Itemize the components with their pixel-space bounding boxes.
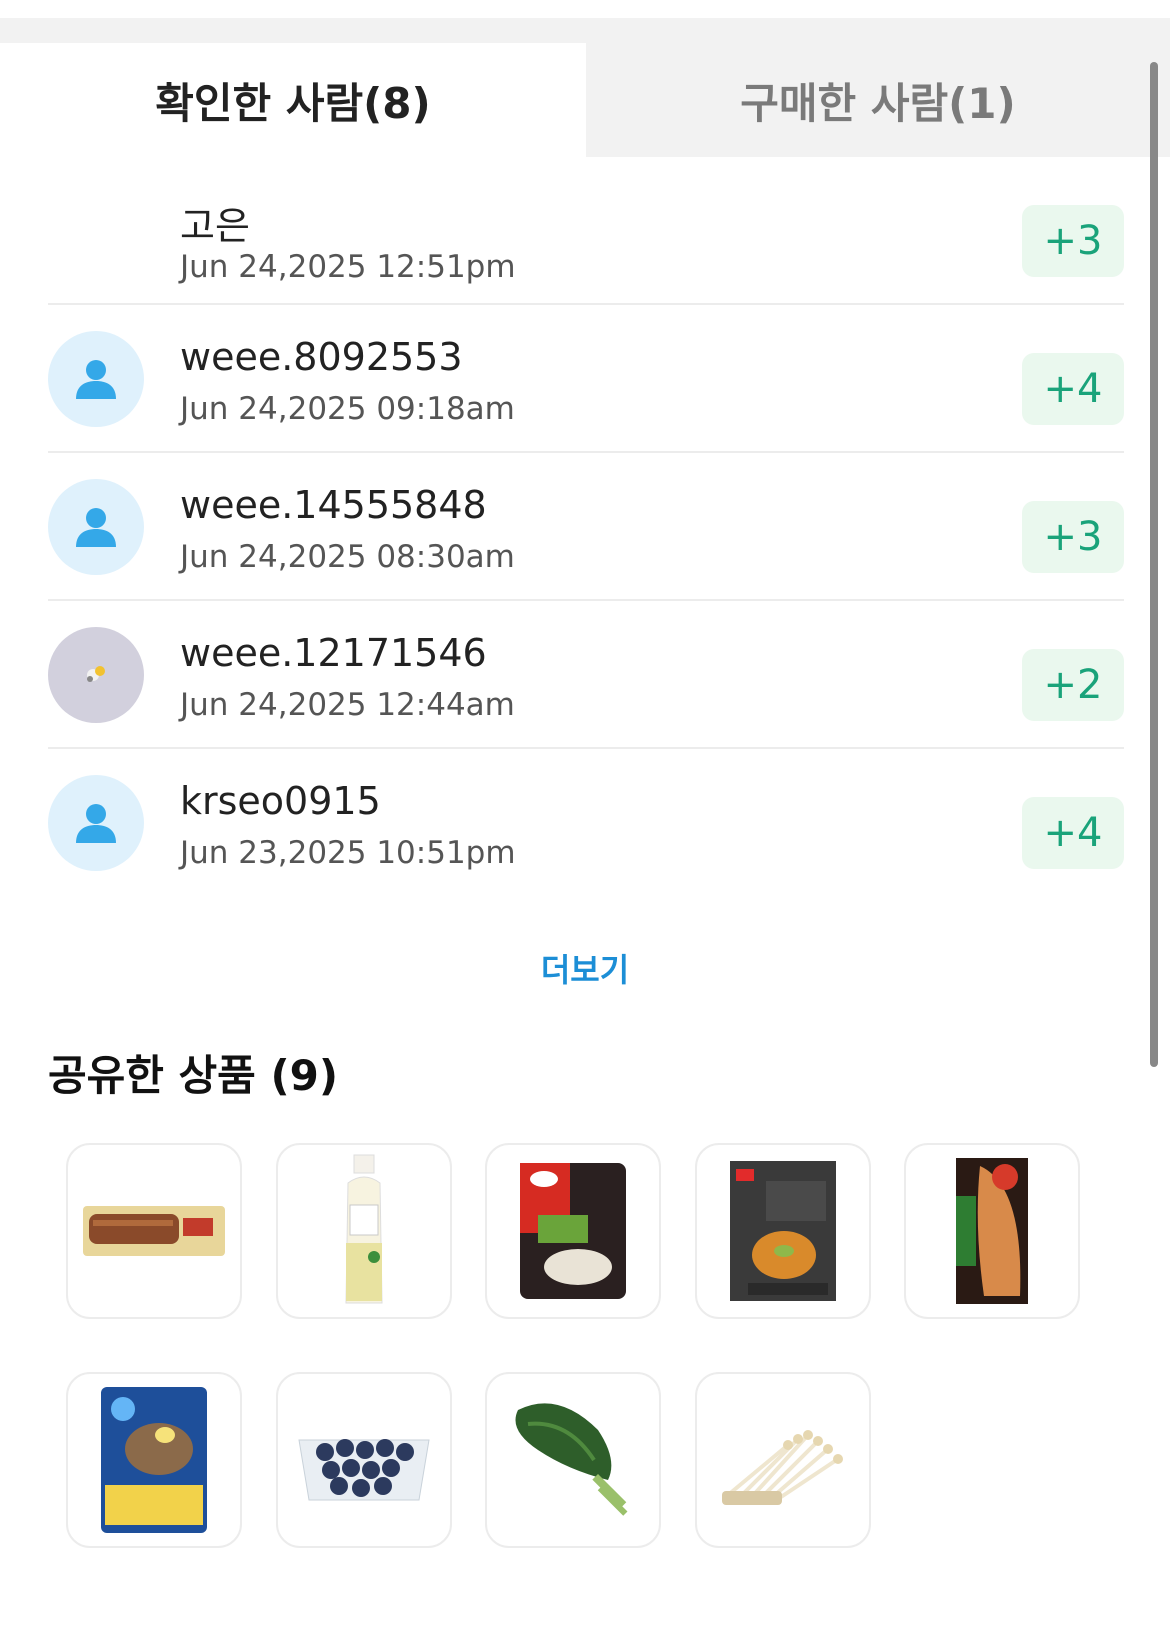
blueberries-icon xyxy=(298,1439,430,1501)
list-item[interactable]: weee.14555848 Jun 24,2025 08:30am +3 xyxy=(48,453,1124,601)
enoki-mushroom-icon xyxy=(722,1430,843,1505)
count-badge: +4 xyxy=(1022,797,1124,869)
count-badge: +3 xyxy=(1022,205,1124,277)
avatar xyxy=(48,479,144,575)
avatar xyxy=(48,627,144,723)
shared-products-title: 공유한 상품 (9) xyxy=(48,1051,339,1100)
soup-pack-icon xyxy=(520,1163,626,1299)
viewer-time: Jun 24,2025 12:44am xyxy=(180,687,515,723)
viewer-time: Jun 24,2025 09:18am xyxy=(180,391,515,427)
person-icon xyxy=(76,360,116,399)
list-item[interactable]: weee.8092553 Jun 24,2025 09:18am +4 xyxy=(48,305,1124,453)
photo-avatar-icon xyxy=(87,666,105,682)
list-item[interactable]: 고은 Jun 24,2025 12:51pm +3 xyxy=(48,157,1124,305)
product-tile[interactable] xyxy=(695,1372,871,1548)
product-tile[interactable] xyxy=(66,1372,242,1548)
product-tile[interactable] xyxy=(485,1372,661,1548)
grilled-eel-icon xyxy=(83,1206,225,1256)
vinegar-bottle-icon xyxy=(345,1154,383,1304)
product-tile[interactable] xyxy=(695,1143,871,1319)
grilled-mackerel-icon xyxy=(956,1158,1028,1304)
tab-purchased[interactable]: 구매한 사람(1) xyxy=(586,43,1170,157)
viewer-name: weee.8092553 xyxy=(180,335,463,379)
avatar xyxy=(48,331,144,427)
count-badge: +2 xyxy=(1022,649,1124,721)
tab-bar: 확인한 사람(8) 구매한 사람(1) xyxy=(0,18,1170,157)
count-badge: +4 xyxy=(1022,353,1124,425)
more-link[interactable]: 더보기 xyxy=(0,945,1170,991)
product-tile[interactable] xyxy=(485,1143,661,1319)
list-item[interactable]: krseo0915 Jun 23,2025 10:51pm +4 xyxy=(48,749,1124,895)
person-icon xyxy=(76,508,116,547)
tab-viewed[interactable]: 확인한 사람(8) xyxy=(0,43,586,157)
product-tile[interactable] xyxy=(66,1143,242,1319)
viewer-name: krseo0915 xyxy=(180,779,381,823)
person-icon xyxy=(76,804,116,843)
list-item[interactable]: weee.12171546 Jun 24,2025 12:44am +2 xyxy=(48,601,1124,749)
top-strip xyxy=(0,0,1170,18)
kimchi-stew-pack-icon xyxy=(730,1161,836,1301)
cold-noodles-pack-icon xyxy=(101,1387,207,1533)
viewer-list: 고은 Jun 24,2025 12:51pm +3 weee.8092553 J… xyxy=(48,157,1124,895)
viewer-time: Jun 24,2025 08:30am xyxy=(180,539,515,575)
count-badge: +3 xyxy=(1022,501,1124,573)
viewer-time: Jun 24,2025 12:51pm xyxy=(180,249,516,285)
viewer-name: weee.12171546 xyxy=(180,631,487,675)
viewer-name: weee.14555848 xyxy=(180,483,487,527)
viewer-name: 고은 xyxy=(180,204,250,248)
avatar xyxy=(48,775,144,871)
kale-icon xyxy=(515,1403,628,1516)
product-tile[interactable] xyxy=(276,1143,452,1319)
viewer-time: Jun 23,2025 10:51pm xyxy=(180,835,516,871)
product-tile[interactable] xyxy=(904,1143,1080,1319)
scrollbar[interactable] xyxy=(1150,62,1158,1067)
product-tile[interactable] xyxy=(276,1372,452,1548)
